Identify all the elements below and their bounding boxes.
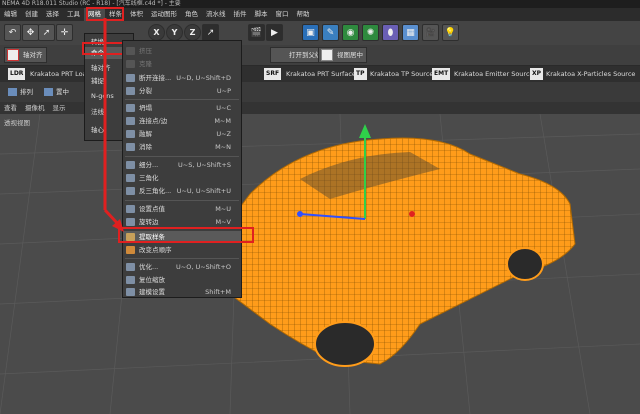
cmd-reset-scale[interactable]: 复位缩放 — [123, 274, 241, 286]
axis-align-button[interactable]: 轴对齐 — [4, 47, 47, 63]
cmd-split[interactable]: 分裂 U~P — [123, 85, 241, 97]
viewport-label: 透视视图 — [4, 119, 30, 127]
view-menu-view[interactable]: 查看 — [0, 102, 21, 114]
view-menu-display[interactable]: 显示 — [49, 102, 70, 114]
cmd-subdivide[interactable]: 细分... U~S, U~Shift+S — [123, 159, 241, 171]
cmd-optimize[interactable]: 优化... U~O, U~Shift+O — [123, 261, 241, 273]
align-icon — [7, 49, 19, 61]
connect-icon — [126, 117, 135, 125]
menu-bar: 编辑 创建 选择 工具 网格 样条 体积 运动图形 角色 流水线 插件 脚本 窗… — [0, 8, 640, 21]
plugin-xparticles-source[interactable]: XP Krakatoa X-Particles Source — [530, 68, 635, 80]
menu-create[interactable]: 创建 — [21, 8, 42, 21]
subdivision-icon[interactable]: ◉ — [342, 24, 359, 41]
cmd-disconnect[interactable]: 断开连接... U~D, U~Shift+D — [123, 72, 241, 84]
plugin-tp-source[interactable]: TP Krakatoa TP Source — [354, 68, 433, 80]
dissolve-icon — [126, 143, 135, 151]
menu-script[interactable]: 脚本 — [251, 8, 272, 21]
plugin-emitter-source[interactable]: EMT Krakatoa Emitter Source — [432, 68, 534, 80]
split-icon — [126, 87, 135, 95]
emt-icon: EMT — [432, 68, 451, 80]
cmd-untriangulate[interactable]: 反三角化... U~U, U~Shift+U — [123, 185, 241, 197]
cmd-spin-edge[interactable]: 旋转边 M~V — [123, 216, 241, 228]
view-menu-camera[interactable]: 摄像机 — [21, 102, 49, 114]
menu-separator — [125, 200, 239, 201]
center-icon — [44, 88, 53, 96]
extract-spline-icon — [126, 233, 135, 241]
menu-spline[interactable]: 样条 — [105, 8, 126, 21]
menu-character[interactable]: 角色 — [181, 8, 202, 21]
menu-separator — [125, 258, 239, 259]
cmd-connect-points-edges[interactable]: 连接点/边 M~M — [123, 115, 241, 127]
menu-select[interactable]: 选择 — [42, 8, 63, 21]
optimize-icon — [126, 263, 135, 271]
cmd-change-point-order[interactable]: 改变点顺序 — [123, 244, 241, 256]
camera-icon[interactable]: 🎥 — [422, 24, 439, 41]
cmd-extrude: 挤压 — [123, 45, 241, 57]
menu-mesh[interactable]: 网格 — [84, 8, 105, 21]
srf-icon: SRF — [264, 68, 282, 80]
light-icon[interactable]: 💡 — [442, 24, 459, 41]
triangulate-icon — [126, 174, 135, 182]
perspective-viewport[interactable] — [0, 114, 640, 414]
view-center-button[interactable]: 视图居中 — [318, 47, 367, 63]
z-axis-icon[interactable]: Z — [184, 24, 201, 41]
menu-separator — [125, 99, 239, 100]
point-order-icon — [126, 246, 135, 254]
menu-volume[interactable]: 体积 — [126, 8, 147, 21]
frame-icon — [321, 49, 333, 61]
menu-help[interactable]: 帮助 — [293, 8, 314, 21]
pen-icon[interactable]: ✎ — [322, 24, 339, 41]
viewport-canvas — [0, 114, 640, 414]
set-point-icon — [126, 205, 135, 213]
reset-scale-icon — [126, 276, 135, 284]
floor-icon[interactable]: ▦ — [402, 24, 419, 41]
melt-icon — [126, 130, 135, 138]
cmd-triangulate[interactable]: 三角化 — [123, 172, 241, 184]
axis-icon[interactable]: ✛ — [56, 24, 73, 41]
arrange-icon — [8, 88, 17, 96]
cursor-icon[interactable]: ➚ — [38, 24, 55, 41]
menu-tools[interactable]: 工具 — [63, 8, 84, 21]
collapse-icon — [126, 104, 135, 112]
xp-icon: XP — [530, 68, 544, 80]
clone-icon — [126, 60, 135, 68]
y-axis-icon[interactable]: Y — [166, 24, 183, 41]
menu-pipeline[interactable]: 流水线 — [202, 8, 230, 21]
untriangulate-icon — [126, 187, 135, 195]
menu-plugins[interactable]: 插件 — [230, 8, 251, 21]
menu-window[interactable]: 窗口 — [272, 8, 293, 21]
center-button[interactable]: 置中 — [44, 86, 69, 98]
cmd-dissolve[interactable]: 消除 M~N — [123, 141, 241, 153]
disconnect-icon — [126, 74, 135, 82]
render-view-icon[interactable]: 🎬 — [248, 24, 265, 41]
cmd-set-point-value[interactable]: 设置点值 M~U — [123, 203, 241, 215]
window-title: NEMA 4D R18.011 Studio (RC - R18) - [汽车线… — [0, 0, 640, 8]
arrange-button[interactable]: 排列 — [8, 86, 33, 98]
array-icon[interactable]: ✺ — [362, 24, 379, 41]
cmd-clone: 克隆 — [123, 58, 241, 70]
deformer-icon[interactable]: ⬮ — [382, 24, 399, 41]
coordinate-icon[interactable]: ↗ — [202, 24, 219, 41]
cube-icon[interactable]: ▣ — [302, 24, 319, 41]
spin-edge-icon — [126, 218, 135, 226]
subdivide-icon — [126, 161, 135, 169]
commands-submenu: 挤压 克隆 断开连接... U~D, U~Shift+D 分裂 U~P 坍塌 U~C … — [122, 40, 242, 298]
cmd-melt[interactable]: 融解 U~Z — [123, 128, 241, 140]
cmd-extract-spline[interactable]: 提取样条 — [123, 231, 241, 243]
menu-edit[interactable]: 编辑 — [0, 8, 21, 21]
render-icon[interactable]: ▶ — [266, 24, 283, 41]
plugin-prt-surface[interactable]: SRF Krakatoa PRT Surface — [264, 68, 356, 80]
ldr-icon: LDR — [8, 68, 26, 80]
x-axis-icon[interactable]: X — [148, 24, 165, 41]
menu-separator — [125, 156, 239, 157]
undo-icon[interactable]: ↶ — [4, 24, 21, 41]
tp-icon: TP — [354, 68, 367, 80]
move-icon[interactable]: ✥ — [22, 24, 39, 41]
menu-mograph[interactable]: 运动图形 — [147, 8, 181, 21]
cmd-modeling-settings[interactable]: 建模设置 Shift+M — [123, 286, 241, 298]
car-wireframe — [218, 137, 576, 367]
cmd-collapse[interactable]: 坍塌 U~C — [123, 102, 241, 114]
settings-icon — [126, 288, 135, 296]
extrude-icon — [126, 47, 135, 55]
